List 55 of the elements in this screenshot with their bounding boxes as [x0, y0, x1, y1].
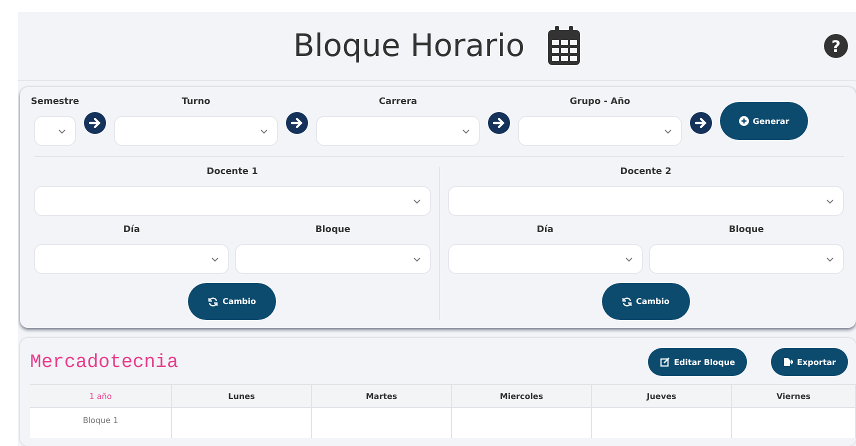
chevron-down-icon	[664, 128, 672, 134]
arrow-right-icon	[690, 112, 712, 134]
file-export-icon	[783, 357, 794, 367]
field-label: Día	[123, 225, 140, 235]
chevron-down-icon	[462, 128, 470, 134]
calendar-icon	[546, 26, 581, 66]
arrow-right-icon	[488, 112, 510, 134]
chevron-down-icon	[58, 128, 66, 134]
select-field[interactable]	[34, 186, 430, 216]
swap-button[interactable]: Cambio	[602, 283, 690, 320]
chevron-down-icon	[260, 128, 268, 134]
select-field[interactable]	[518, 116, 682, 146]
help-icon[interactable]: ?	[824, 34, 848, 58]
chevron-down-icon	[826, 198, 834, 204]
chevron-down-icon	[412, 256, 420, 262]
page-title: Bloque Horario	[293, 28, 525, 64]
arrow-right-icon	[286, 112, 308, 134]
swap-button[interactable]: Cambio	[188, 283, 276, 320]
chevron-down-icon	[412, 198, 420, 204]
field-label: Día	[536, 225, 554, 235]
column-header: Viernes	[732, 384, 856, 407]
edit-block-button[interactable]: Editar Bloque	[648, 348, 748, 376]
column-header: 1 año	[30, 384, 172, 407]
export-button[interactable]: Exportar	[771, 348, 848, 376]
column-header: Miercoles	[452, 384, 592, 407]
field-label: Docente 2	[620, 167, 672, 177]
field-label: Docente 1	[206, 167, 258, 177]
column-header: Jueves	[592, 384, 732, 407]
select-field[interactable]	[316, 116, 480, 146]
select-field[interactable]	[114, 116, 278, 146]
select-field[interactable]	[235, 244, 430, 274]
generate-button[interactable]: Generar	[720, 102, 808, 140]
select-field[interactable]	[648, 244, 844, 274]
column-header: Martes	[312, 384, 452, 407]
field-label: Bloque	[315, 225, 350, 235]
edit-icon	[660, 357, 670, 367]
chevron-down-icon	[826, 256, 834, 262]
field-label: Grupo - Año	[570, 97, 630, 107]
schedule-title: Mercadotecnia	[30, 351, 180, 373]
plus-circle-icon	[738, 116, 749, 126]
select-field[interactable]	[34, 116, 76, 146]
field-label: Carrera	[378, 97, 418, 107]
refresh-icon	[622, 296, 632, 306]
field-label: Bloque	[728, 225, 764, 235]
arrow-right-icon	[84, 112, 106, 134]
column-header: Lunes	[172, 384, 312, 407]
select-field[interactable]	[448, 244, 643, 274]
field-label: Semestre	[30, 97, 80, 107]
chevron-down-icon	[624, 256, 633, 262]
select-field[interactable]	[448, 186, 844, 216]
field-label: Turno	[182, 97, 210, 107]
refresh-icon	[208, 296, 218, 306]
chevron-down-icon	[211, 256, 220, 262]
select-field[interactable]	[34, 244, 230, 274]
row-header: Bloque 1	[30, 407, 172, 438]
